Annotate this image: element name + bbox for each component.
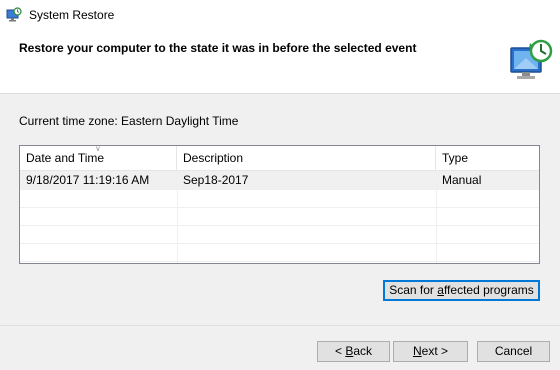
scan-affected-programs-button[interactable]: Scan for affected programs: [383, 280, 540, 301]
column-header-date-label: Date and Time: [26, 151, 105, 165]
scan-label-part1: Scan for: [389, 283, 438, 297]
row-type: Manual: [442, 173, 482, 187]
system-restore-window: System Restore Restore your computer to …: [0, 0, 560, 370]
page-title: Restore your computer to the state it wa…: [19, 41, 417, 55]
cancel-button[interactable]: Cancel: [477, 341, 550, 362]
row-description: Sep18-2017: [183, 173, 249, 187]
system-restore-icon: [6, 7, 22, 22]
row-date: 9/18/2017 11:19:16 AM: [26, 173, 150, 187]
grid-line: [20, 261, 539, 262]
next-button[interactable]: Next >: [393, 341, 468, 362]
back-button[interactable]: < Back: [317, 341, 390, 362]
monitor-restore-clock-icon: [510, 39, 553, 79]
column-header-type-label: Type: [442, 151, 469, 165]
back-label-part2: ack: [353, 344, 373, 358]
column-header-type[interactable]: Type: [436, 146, 539, 170]
grid-line: [20, 207, 539, 208]
scan-label-mnemonic: a: [437, 283, 444, 297]
column-divider: [177, 170, 178, 263]
column-header-date[interactable]: ∨ Date and Time: [20, 146, 177, 170]
column-header-description[interactable]: Description: [177, 146, 436, 170]
timezone-value: Eastern Daylight Time: [121, 114, 239, 128]
back-label-part1: <: [334, 344, 346, 358]
sort-descending-icon: ∨: [95, 145, 101, 153]
grid-line: [20, 225, 539, 226]
window-title: System Restore: [29, 8, 115, 22]
wizard-header: Restore your computer to the state it wa…: [0, 31, 560, 94]
table-header: ∨ Date and Time Description Type: [20, 146, 539, 171]
scan-label-part2: ffected programs: [443, 283, 534, 297]
column-divider: [436, 170, 437, 263]
grid-line: [20, 243, 539, 244]
grid-line: [20, 189, 539, 190]
timezone-text: Current time zone: Eastern Daylight Time: [19, 114, 238, 128]
title-bar[interactable]: System Restore: [0, 0, 560, 31]
table-row[interactable]: 9/18/2017 11:19:16 AM Sep18-2017 Manual: [20, 171, 539, 189]
next-label-part2: ext >: [421, 344, 449, 358]
next-label-mnemonic: N: [412, 344, 422, 358]
footer-divider: [0, 325, 560, 326]
timezone-label: Current time zone:: [19, 114, 122, 128]
column-header-description-label: Description: [183, 151, 244, 165]
restore-points-list[interactable]: ∨ Date and Time Description Type 9/18/20…: [19, 145, 540, 264]
